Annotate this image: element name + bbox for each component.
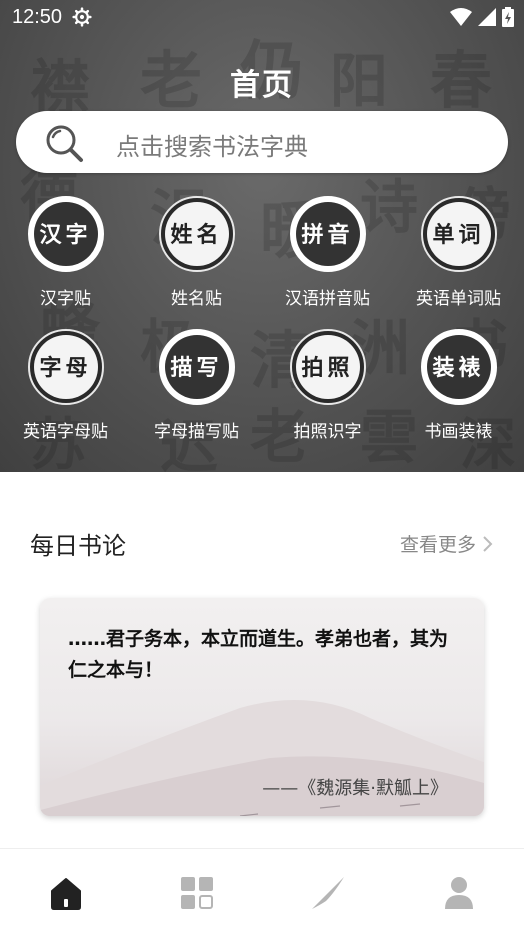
wifi-icon — [450, 8, 472, 26]
mounting-icon: 装裱 — [420, 329, 497, 405]
photo-icon: 拍照 — [289, 329, 366, 405]
view-more-label: 查看更多 — [399, 534, 476, 556]
battery-icon — [502, 7, 514, 27]
section-title: 每日书论 — [30, 532, 126, 560]
chevron-right-icon — [483, 536, 493, 552]
feature-label: 拍照识字 — [293, 422, 362, 442]
hanzi-icon: 汉字 — [27, 196, 104, 272]
search-bar[interactable]: 点击搜索书法字典 — [16, 111, 508, 173]
status-bar: 12:50 — [0, 0, 524, 36]
words-icon: 单词 — [420, 196, 497, 272]
page-title: 首页 — [230, 68, 294, 103]
feature-label: 汉字贴 — [40, 289, 91, 309]
feature-photo-recognize[interactable]: 拍照 拍照识字 — [262, 329, 393, 442]
letters-icon: 字母 — [27, 329, 104, 405]
feature-label: 姓名贴 — [171, 289, 222, 309]
feature-label: 字母描写贴 — [154, 422, 239, 442]
bottom-nav — [0, 848, 524, 933]
settings-gear-icon — [72, 7, 92, 27]
search-placeholder: 点击搜索书法字典 — [116, 133, 308, 161]
view-more-link[interactable]: 查看更多 — [400, 530, 494, 557]
grid-icon[interactable] — [177, 875, 217, 911]
feature-letter-tracing[interactable]: 描写 字母描写贴 — [131, 329, 262, 442]
feature-name[interactable]: 姓名 姓名贴 — [131, 196, 262, 309]
feature-label: 英语单词贴 — [416, 289, 501, 309]
feature-pinyin[interactable]: 拼音 汉语拼音贴 — [262, 196, 393, 309]
pinyin-icon: 拼音 — [289, 196, 366, 272]
search-icon — [46, 125, 83, 162]
feature-mounting[interactable]: 装裱 书画装裱 — [393, 329, 524, 442]
feature-label: 汉语拼音贴 — [285, 289, 370, 309]
signal-icon — [478, 8, 496, 26]
tracing-icon: 描写 — [158, 329, 235, 405]
feature-english-letters[interactable]: 字母 英语字母贴 — [0, 329, 131, 442]
feature-hanzi[interactable]: 汉字 汉字贴 — [0, 196, 131, 309]
home-icon[interactable] — [46, 875, 86, 911]
brush-icon[interactable] — [308, 875, 348, 911]
feature-label: 书画装裱 — [424, 422, 493, 442]
daily-section-header: 每日书论 查看更多 — [30, 526, 494, 562]
quote-text: ……君子务本，本立而道生。孝弟也者，其为仁之本与！ — [68, 628, 449, 681]
daily-quote-card[interactable]: ……君子务本，本立而道生。孝弟也者，其为仁之本与！ ——《魏源集·默觚上》 — [40, 598, 484, 816]
quote-source: ——《魏源集·默觚上》 — [262, 778, 448, 799]
name-icon: 姓名 — [158, 196, 235, 272]
status-time: 12:50 — [12, 6, 63, 28]
feature-english-words[interactable]: 单词 英语单词贴 — [393, 196, 524, 309]
feature-label: 英语字母贴 — [23, 422, 108, 442]
user-icon[interactable] — [439, 875, 479, 911]
